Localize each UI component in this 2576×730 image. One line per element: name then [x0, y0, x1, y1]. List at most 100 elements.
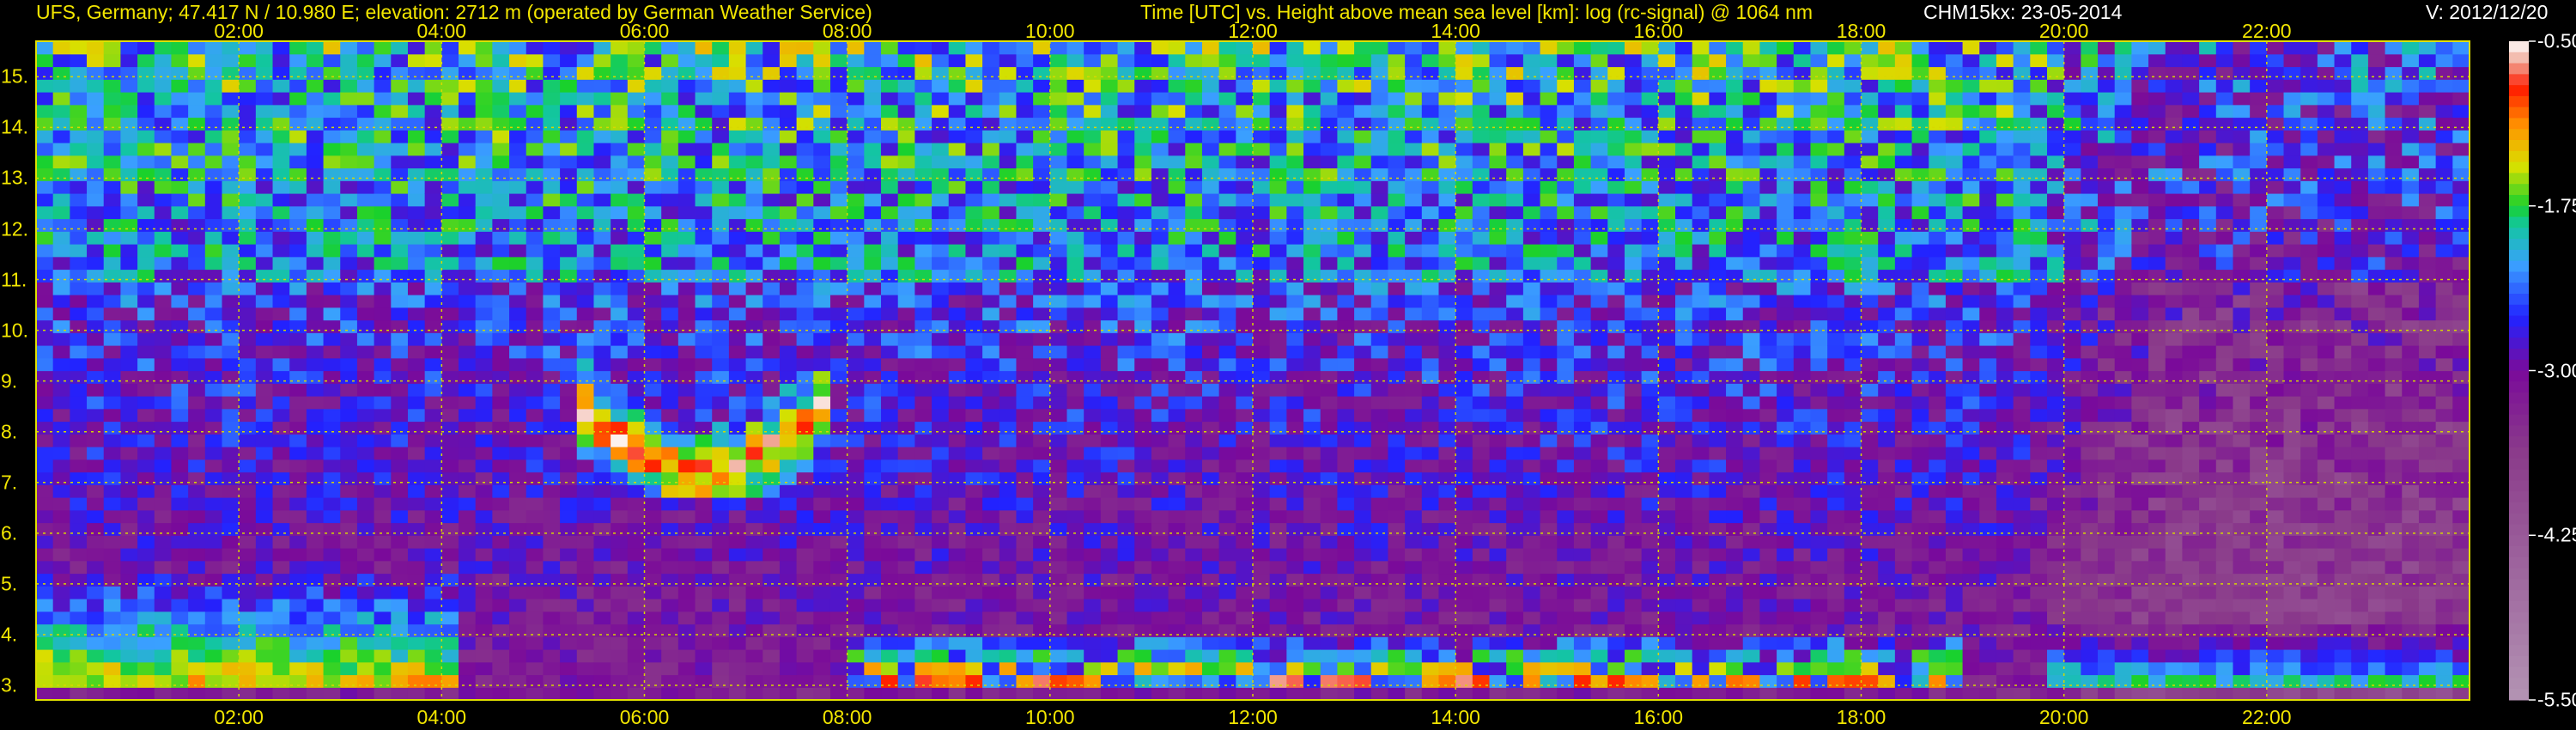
heatmap-cell — [356, 649, 375, 663]
heatmap-cell — [1370, 205, 1389, 220]
heatmap-cell — [1201, 687, 1220, 701]
heatmap-cell — [881, 484, 899, 498]
heatmap-cell — [441, 92, 459, 106]
heatmap-cell — [1641, 497, 1659, 511]
heatmap-cell — [1641, 434, 1659, 447]
heatmap-cell — [137, 421, 155, 435]
heatmap-cell — [1354, 383, 1372, 397]
heatmap-cell — [492, 53, 510, 68]
heatmap-cell — [779, 143, 798, 156]
heatmap-cell — [1236, 447, 1254, 460]
heatmap-cell — [272, 674, 290, 688]
heatmap-cell — [796, 599, 814, 612]
heatmap-cell — [712, 484, 730, 498]
heatmap-cell — [475, 687, 493, 701]
heatmap-cell — [965, 522, 983, 536]
heatmap-cell — [87, 332, 105, 346]
heatmap-cell — [1236, 509, 1254, 524]
heatmap-cell — [1522, 282, 1541, 295]
heatmap-cell — [1218, 53, 1236, 68]
heatmap-cell — [492, 421, 510, 435]
heatmap-cell — [796, 167, 814, 181]
heatmap-cell — [1253, 79, 1271, 93]
heatmap-cell — [1337, 471, 1355, 485]
heatmap-cell — [272, 396, 290, 410]
heatmap-cell — [1218, 357, 1236, 372]
heatmap-cell — [1016, 180, 1034, 194]
heatmap-cell — [1607, 155, 1625, 169]
heatmap-cell — [932, 484, 950, 498]
heatmap-cell — [424, 661, 442, 676]
heatmap-cell — [829, 459, 848, 473]
heatmap-cell — [1253, 167, 1271, 181]
heatmap-cell — [762, 332, 781, 346]
heatmap-cell — [829, 218, 848, 232]
heatmap-cell — [728, 636, 747, 650]
heatmap-cell — [1303, 396, 1321, 410]
heatmap-cell — [1218, 408, 1236, 423]
heatmap-cell — [459, 383, 477, 397]
heatmap-cell — [829, 332, 848, 346]
heatmap-cell — [1320, 117, 1339, 131]
heatmap-cell — [1489, 104, 1507, 119]
heatmap-cell — [999, 370, 1018, 384]
heatmap-cell — [1607, 295, 1625, 308]
heatmap-cell — [1522, 649, 1541, 663]
heatmap-cell — [1557, 332, 1575, 346]
heatmap-cell — [712, 560, 730, 575]
heatmap-cell — [1557, 231, 1575, 245]
heatmap-cell — [509, 117, 527, 131]
heatmap-cell — [745, 370, 763, 384]
heatmap-cell — [1472, 130, 1491, 143]
heatmap-cell — [475, 104, 493, 119]
heatmap-cell — [847, 421, 865, 435]
heatmap-cell — [36, 332, 54, 346]
heatmap-cell — [103, 661, 122, 676]
heatmap-cell — [424, 687, 442, 701]
heatmap-cell — [289, 484, 307, 498]
heatmap-cell — [340, 509, 358, 524]
heatmap-cell — [239, 92, 257, 106]
heatmap-cell — [543, 421, 561, 435]
heatmap-cell — [1590, 256, 1608, 271]
heatmap-cell — [188, 155, 206, 169]
heatmap-cell — [914, 92, 933, 106]
heatmap-cell — [1253, 269, 1271, 283]
heatmap-cell — [897, 484, 915, 498]
heatmap-cell — [36, 218, 54, 232]
heatmap-cell — [1269, 383, 1287, 397]
heatmap-cell — [965, 408, 983, 423]
heatmap-cell — [1236, 244, 1254, 258]
heatmap-cell — [695, 104, 713, 119]
heatmap-cell — [1388, 66, 1406, 80]
heatmap-cell — [154, 484, 173, 498]
heatmap-cell — [627, 180, 646, 194]
heatmap-cell — [340, 421, 358, 435]
heatmap-cell — [306, 167, 325, 181]
heatmap-cell — [1607, 319, 1625, 333]
heatmap-cell — [272, 611, 290, 625]
heatmap-cell — [407, 357, 426, 372]
heatmap-cell — [1388, 535, 1406, 549]
heatmap-cell — [695, 611, 713, 625]
heatmap-cell — [611, 649, 629, 663]
heatmap-cell — [543, 256, 561, 271]
heatmap-cell — [1049, 357, 1068, 372]
heatmap-cell — [661, 231, 679, 245]
heatmap-cell — [1049, 269, 1068, 283]
heatmap-cell — [1286, 434, 1304, 447]
heatmap-cell — [1557, 143, 1575, 156]
heatmap-cell — [1557, 92, 1575, 106]
heatmap-cell — [1016, 167, 1034, 181]
heatmap-cell — [1218, 560, 1236, 575]
heatmap-cell — [509, 130, 527, 143]
heatmap-cell — [1320, 611, 1339, 625]
heatmap-cell — [813, 586, 831, 599]
heatmap-cell — [1185, 370, 1203, 384]
heatmap-cell — [1100, 535, 1119, 549]
heatmap-cell — [1506, 193, 1524, 207]
heatmap-cell — [154, 396, 173, 410]
heatmap-cell — [745, 522, 763, 536]
heatmap-cell — [932, 497, 950, 511]
heatmap-cell — [1134, 357, 1152, 372]
